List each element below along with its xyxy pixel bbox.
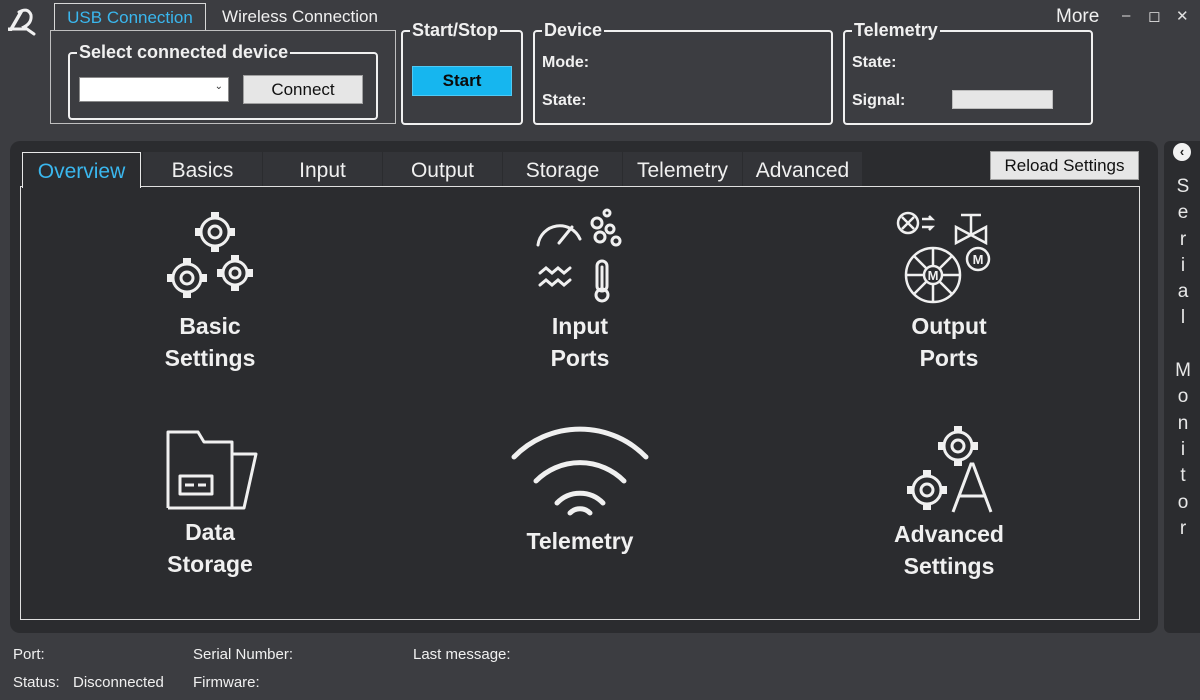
- tile-advanced-settings-line1: Advanced: [894, 521, 1004, 547]
- tile-advanced-settings[interactable]: Advanced Settings: [869, 418, 1029, 582]
- tile-telemetry-line1: Telemetry: [526, 528, 634, 554]
- device-state-label: State:: [542, 92, 587, 109]
- connect-button[interactable]: Connect: [243, 75, 363, 104]
- tile-basic-settings-line1: Basic: [179, 313, 241, 339]
- tile-input-ports-line1: Input: [551, 313, 609, 339]
- start-button[interactable]: Start: [412, 66, 512, 96]
- serial-monitor-label[interactable]: S e r i a l M o n i t o r: [1170, 174, 1196, 542]
- tab-storage[interactable]: Storage: [503, 152, 622, 186]
- actuators-icon: M M: [896, 211, 991, 304]
- tile-data-storage-line2: Storage: [167, 551, 253, 577]
- tile-telemetry[interactable]: Telemetry: [500, 420, 660, 557]
- folder-icon: [166, 430, 258, 510]
- start-stop-title: Start/Stop: [410, 19, 501, 41]
- tab-output[interactable]: Output: [383, 152, 502, 186]
- gears-a-icon: [907, 426, 993, 513]
- signal-strength-bar: [952, 90, 1053, 109]
- tab-usb-connection[interactable]: USB Connection: [54, 3, 206, 30]
- tile-basic-settings[interactable]: Basic Settings: [130, 205, 290, 374]
- more-menu[interactable]: More: [1056, 6, 1099, 28]
- device-title: Device: [542, 19, 605, 41]
- wifi-icon: [511, 426, 649, 516]
- device-mode-label: Mode:: [542, 54, 590, 71]
- tile-advanced-settings-line2: Settings: [903, 553, 995, 579]
- tab-overview[interactable]: Overview: [22, 152, 141, 188]
- tile-output-ports[interactable]: M M Output Ports: [869, 205, 1029, 374]
- firmware-label: Firmware:: [193, 674, 260, 691]
- select-device-title: Select connected device: [77, 41, 291, 63]
- tile-output-ports-line2: Ports: [919, 345, 979, 371]
- port-label: Port:: [13, 646, 45, 663]
- maximize-icon[interactable]: ◻: [1148, 7, 1160, 25]
- gears-icon: [167, 212, 253, 298]
- tile-input-ports-line2: Ports: [550, 345, 610, 371]
- tab-input[interactable]: Input: [263, 152, 382, 186]
- telemetry-title: Telemetry: [852, 19, 940, 41]
- telemetry-state-label: State:: [852, 54, 897, 71]
- tab-basics[interactable]: Basics: [143, 152, 262, 186]
- last-message-label: Last message:: [413, 646, 511, 663]
- tile-basic-settings-line2: Settings: [164, 345, 256, 371]
- tile-output-ports-line1: Output: [911, 313, 987, 339]
- close-icon[interactable]: ✕: [1176, 7, 1189, 25]
- tab-wireless-connection[interactable]: Wireless Connection: [210, 3, 390, 30]
- svg-text:M: M: [928, 268, 939, 283]
- tab-telemetry[interactable]: Telemetry: [623, 152, 742, 186]
- tile-data-storage-line1: Data: [185, 519, 235, 545]
- app-logo-icon: [8, 8, 36, 36]
- tab-advanced[interactable]: Advanced: [743, 152, 862, 186]
- serial-number-label: Serial Number:: [193, 646, 294, 663]
- chevron-left-icon[interactable]: ‹: [1173, 143, 1191, 161]
- reload-settings-button[interactable]: Reload Settings: [990, 151, 1139, 180]
- tile-input-ports[interactable]: Input Ports: [500, 205, 660, 374]
- chevron-down-icon: ⌄: [214, 81, 223, 92]
- sensors-icon: [536, 208, 622, 303]
- device-select-dropdown[interactable]: ⌄: [79, 77, 229, 102]
- svg-text:M: M: [973, 252, 984, 267]
- status-label: Status:: [13, 674, 60, 691]
- minimize-icon[interactable]: –: [1122, 7, 1130, 24]
- telemetry-signal-label: Signal:: [852, 92, 906, 109]
- status-value: Disconnected: [73, 674, 164, 691]
- tile-data-storage[interactable]: Data Storage: [130, 418, 290, 580]
